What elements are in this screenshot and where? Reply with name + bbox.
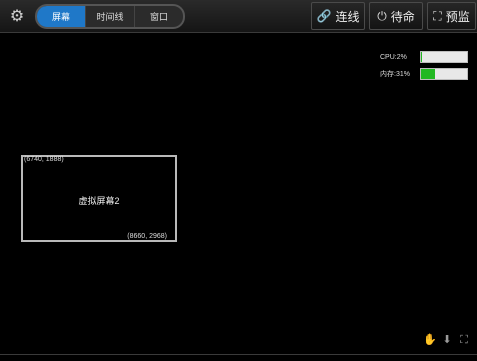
connect-label: 连线 <box>335 9 360 24</box>
cpu-meter: CPU:2% <box>380 50 470 64</box>
view-mode-tabs: 屏幕 时间线 窗口 <box>35 4 185 29</box>
preview-icon: ⛶ <box>433 8 442 23</box>
link-icon: 🔗 <box>316 9 332 23</box>
standby-label: 待命 <box>390 9 415 24</box>
memory-bar-fill <box>421 69 436 79</box>
memory-label: 内存:31% <box>380 71 410 78</box>
connect-button[interactable]: 🔗 连线 <box>311 2 365 30</box>
canvas-tools: ✋ ⬇ ⛶ <box>423 333 471 347</box>
power-icon: ⏻ <box>377 8 387 23</box>
bottom-divider <box>0 354 477 355</box>
cpu-label: CPU:2% <box>380 53 407 61</box>
tab-window[interactable]: 窗口 <box>135 6 183 27</box>
memory-bar <box>420 68 468 80</box>
cpu-bar-fill <box>421 52 422 62</box>
memory-meter: 内存:31% <box>380 67 470 81</box>
cpu-bar <box>420 51 468 63</box>
virtual-screen-name: 虚拟屏幕2 <box>78 196 120 206</box>
fit-screen-icon[interactable]: ⛶ <box>457 333 471 347</box>
gear-icon[interactable]: ⚙ <box>7 7 27 27</box>
download-icon[interactable]: ⬇ <box>440 333 454 347</box>
bottom-right-coordinate: (8660, 2968) <box>127 233 167 240</box>
preview-button[interactable]: ⛶ 预监 <box>427 2 476 30</box>
tab-screen[interactable]: 屏幕 <box>37 6 86 27</box>
tab-timeline[interactable]: 时间线 <box>86 6 135 27</box>
hand-icon[interactable]: ✋ <box>423 333 437 347</box>
top-toolbar: ⚙ 屏幕 时间线 窗口 🔗 连线 ⏻ 待命 ⛶ 预监 <box>0 0 477 33</box>
virtual-screen-box[interactable]: (6740, 1888) 虚拟屏幕2 (8660, 2968) <box>21 155 177 242</box>
standby-button[interactable]: ⏻ 待命 <box>369 2 423 30</box>
top-left-coordinate: (6740, 1888) <box>24 156 64 163</box>
preview-label: 预监 <box>445 9 470 24</box>
